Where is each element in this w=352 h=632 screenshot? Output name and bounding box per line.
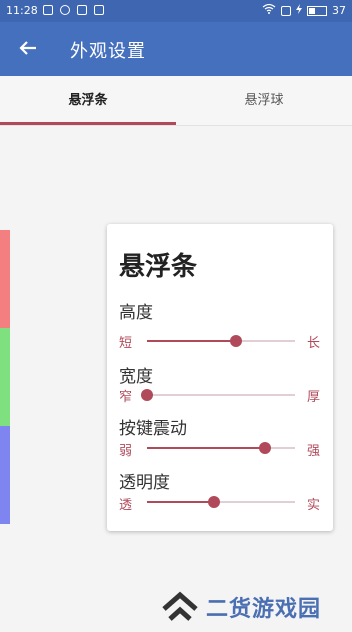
watermark-text: 二货游戏园 bbox=[206, 597, 322, 622]
preview-strip-blue bbox=[0, 426, 10, 524]
settings-card: 悬浮条 高度 短 长 宽度 窄 厚 按键震动 弱 强 透明度 透 实 bbox=[107, 224, 333, 531]
vibration-label: 按键震动 bbox=[119, 419, 187, 439]
message-icon bbox=[94, 5, 104, 15]
back-arrow-icon[interactable] bbox=[14, 34, 42, 62]
width-label: 宽度 bbox=[119, 367, 153, 387]
preview-strip-red bbox=[0, 230, 10, 328]
status-bar: 11:28 37 bbox=[0, 0, 352, 22]
battery-level: 37 bbox=[332, 4, 346, 17]
height-label: 高度 bbox=[119, 303, 153, 323]
tab-divider bbox=[0, 125, 352, 126]
app-bar: 外观设置 bbox=[0, 22, 352, 76]
battery-icon bbox=[307, 5, 327, 16]
card-title: 悬浮条 bbox=[119, 252, 198, 282]
width-max-label: 厚 bbox=[307, 390, 321, 405]
page-title: 外观设置 bbox=[70, 41, 146, 62]
vibration-min-label: 弱 bbox=[119, 444, 133, 459]
photo-notification-icon bbox=[43, 5, 53, 15]
watermark: 二货游戏园 bbox=[160, 585, 352, 629]
preview-strip-green bbox=[0, 328, 10, 426]
opacity-slider-thumb[interactable] bbox=[207, 496, 220, 508]
vibration-slider-fill bbox=[147, 447, 266, 449]
width-slider[interactable] bbox=[141, 389, 295, 401]
opacity-label: 透明度 bbox=[119, 473, 170, 493]
mail-icon bbox=[77, 5, 87, 15]
height-slider-thumb[interactable] bbox=[229, 335, 242, 347]
status-time: 11:28 bbox=[6, 4, 38, 17]
sim-icon bbox=[281, 5, 291, 16]
opacity-slider-fill bbox=[147, 501, 214, 503]
tab-bar: 悬浮条 悬浮球 bbox=[0, 76, 352, 126]
width-slider-thumb[interactable] bbox=[141, 389, 153, 401]
height-max-label: 长 bbox=[307, 336, 321, 351]
tab-floating-ball[interactable]: 悬浮球 bbox=[176, 76, 352, 126]
opacity-slider[interactable] bbox=[147, 496, 295, 508]
vibration-max-label: 强 bbox=[307, 444, 321, 459]
vibration-slider[interactable] bbox=[147, 442, 295, 454]
wifi-icon bbox=[262, 3, 276, 17]
vibration-slider-thumb[interactable] bbox=[259, 442, 272, 454]
charging-icon bbox=[296, 4, 302, 17]
watermark-logo-icon bbox=[160, 587, 200, 627]
height-slider[interactable] bbox=[147, 335, 295, 347]
tab-floating-bar[interactable]: 悬浮条 bbox=[0, 76, 176, 126]
height-slider-fill bbox=[147, 340, 236, 342]
check-circle-icon bbox=[60, 5, 70, 15]
opacity-max-label: 实 bbox=[307, 498, 321, 513]
opacity-min-label: 透 bbox=[119, 498, 133, 513]
height-min-label: 短 bbox=[119, 336, 133, 351]
width-min-label: 窄 bbox=[119, 390, 133, 405]
